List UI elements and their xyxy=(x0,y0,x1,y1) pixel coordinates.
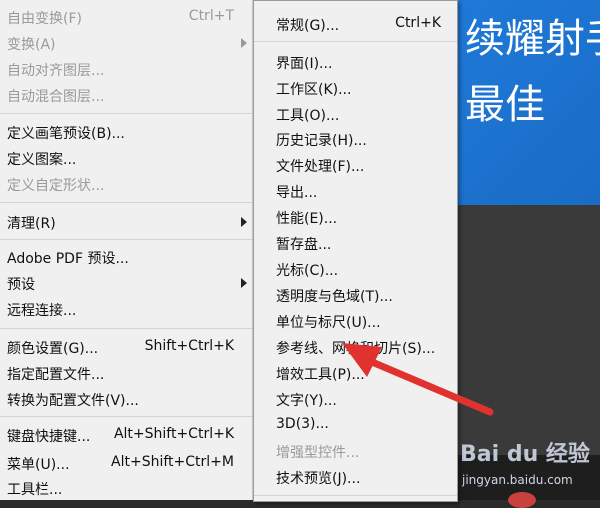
red-dot-decoration xyxy=(508,492,536,508)
menu-item-adobe-pdf-presets[interactable]: Adobe PDF 预设... xyxy=(0,244,252,270)
menu-item-label: 技术预览(J)... xyxy=(276,471,361,487)
menu-separator xyxy=(0,202,252,203)
menu-item-label: 文件处理(F)... xyxy=(276,159,365,175)
menu-item-label: 远程连接... xyxy=(7,303,77,319)
preferences-submenu: 常规(G)... Ctrl+K 界面(I)... 工作区(K)... 工具(O)… xyxy=(253,0,458,502)
submenu-item-plugins[interactable]: 增效工具(P)... xyxy=(254,360,457,386)
menu-item-shortcut: Alt+Shift+Ctrl+M xyxy=(111,454,234,470)
menu-item-purge[interactable]: 清理(R) xyxy=(0,209,252,235)
submenu-item-guides-grid-slices[interactable]: 参考线、网格和切片(S)... xyxy=(254,334,457,360)
menu-item-transform[interactable]: 变换(A) xyxy=(0,30,252,56)
menu-item-presets[interactable]: 预设 xyxy=(0,270,252,296)
baidu-watermark-url: jingyan.baidu.com xyxy=(462,473,573,487)
menu-separator xyxy=(254,495,457,496)
submenu-arrow-icon xyxy=(241,38,247,48)
menu-item-label: 历史记录(H)... xyxy=(276,133,367,149)
menu-item-label: 变换(A) xyxy=(7,37,56,53)
submenu-item-enhanced-controls[interactable]: 增强型控件... xyxy=(254,438,457,464)
menu-item-define-brush-preset[interactable]: 定义画笔预设(B)... xyxy=(0,119,252,145)
menu-item-label: 文字(Y)... xyxy=(276,393,337,409)
menu-item-toolbar[interactable]: 工具栏... xyxy=(0,475,252,501)
menu-item-label: 界面(I)... xyxy=(276,56,333,72)
submenu-item-type[interactable]: 文字(Y)... xyxy=(254,386,457,412)
menu-item-label: 颜色设置(G)... xyxy=(7,341,99,357)
menu-item-define-custom-shape[interactable]: 定义自定形状... xyxy=(0,171,252,197)
menu-item-remote-connections[interactable]: 远程连接... xyxy=(0,296,252,322)
submenu-item-scratch-disks[interactable]: 暂存盘... xyxy=(254,230,457,256)
menu-item-label: 指定配置文件... xyxy=(7,367,105,383)
menu-item-shortcut: Alt+Shift+Ctrl+K xyxy=(113,426,234,442)
submenu-item-general[interactable]: 常规(G)... Ctrl+K xyxy=(254,11,457,37)
submenu-item-history-log[interactable]: 历史记录(H)... xyxy=(254,126,457,152)
menu-item-auto-align-layers[interactable]: 自动对齐图层... xyxy=(0,56,252,82)
menu-item-label: 3D(3)... xyxy=(276,416,329,432)
menu-item-label: 增强型控件... xyxy=(276,445,360,461)
submenu-item-performance[interactable]: 性能(E)... xyxy=(254,204,457,230)
submenu-item-interface[interactable]: 界面(I)... xyxy=(254,49,457,75)
menu-item-label: 性能(E)... xyxy=(276,211,338,227)
submenu-item-tools[interactable]: 工具(O)... xyxy=(254,101,457,127)
menu-item-label: 工作区(K)... xyxy=(276,82,352,98)
menu-item-label: 定义图案... xyxy=(7,152,77,168)
menu-item-label: 菜单(U)... xyxy=(7,457,70,473)
menu-item-label: 透明度与色域(T)... xyxy=(276,289,393,305)
menu-item-keyboard-shortcuts[interactable]: 键盘快捷键... Alt+Shift+Ctrl+K xyxy=(0,422,252,448)
menu-item-label: 工具栏... xyxy=(7,482,63,498)
submenu-item-workspace[interactable]: 工作区(K)... xyxy=(254,75,457,101)
menu-item-label: Adobe PDF 预设... xyxy=(7,251,129,267)
menu-separator xyxy=(0,328,252,329)
menu-item-label: 导出... xyxy=(276,185,318,201)
submenu-item-cursors[interactable]: 光标(C)... xyxy=(254,256,457,282)
menu-item-label: 工具(O)... xyxy=(276,108,340,124)
submenu-item-export[interactable]: 导出... xyxy=(254,178,457,204)
baidu-watermark-logo: Bai du 经验 xyxy=(460,442,590,467)
menu-item-label: 常规(G)... xyxy=(276,18,340,34)
menu-separator xyxy=(0,239,252,240)
menu-item-label: 暂存盘... xyxy=(276,237,332,253)
menu-item-label: 单位与标尺(U)... xyxy=(276,315,381,331)
menu-item-shortcut: Ctrl+T xyxy=(188,8,234,24)
menu-item-define-pattern[interactable]: 定义图案... xyxy=(0,145,252,171)
menu-item-shortcut: Ctrl+K xyxy=(395,15,441,31)
menu-item-label: 参考线、网格和切片(S)... xyxy=(276,341,436,357)
menu-separator xyxy=(0,416,252,417)
menu-item-assign-profile[interactable]: 指定配置文件... xyxy=(0,360,252,386)
banner-text-line2: 最佳 xyxy=(465,82,545,128)
menu-item-label: 转换为配置文件(V)... xyxy=(7,393,139,409)
menu-item-label: 自动混合图层... xyxy=(7,89,105,105)
menu-item-label: 定义画笔预设(B)... xyxy=(7,126,125,142)
menu-item-label: 定义自定形状... xyxy=(7,178,105,194)
submenu-item-units-rulers[interactable]: 单位与标尺(U)... xyxy=(254,308,457,334)
edit-menu: 自由变换(F) Ctrl+T 变换(A) 自动对齐图层... 自动混合图层...… xyxy=(0,0,253,500)
menu-item-label: 自动对齐图层... xyxy=(7,63,105,79)
submenu-arrow-icon xyxy=(241,217,247,227)
submenu-item-3d[interactable]: 3D(3)... xyxy=(254,412,457,438)
banner-text-line1: 续耀射手 xyxy=(465,16,600,62)
menu-item-shortcut: Shift+Ctrl+K xyxy=(144,338,234,354)
menu-item-convert-to-profile[interactable]: 转换为配置文件(V)... xyxy=(0,386,252,412)
menu-item-auto-blend-layers[interactable]: 自动混合图层... xyxy=(0,82,252,108)
menu-item-label: 清理(R) xyxy=(7,216,56,232)
menu-separator xyxy=(254,41,457,42)
menu-separator xyxy=(0,113,252,114)
submenu-item-technology-previews[interactable]: 技术预览(J)... xyxy=(254,464,457,490)
menu-item-label: 键盘快捷键... xyxy=(7,429,91,445)
submenu-arrow-icon xyxy=(241,278,247,288)
menu-item-menus[interactable]: 菜单(U)... Alt+Shift+Ctrl+M xyxy=(0,450,252,476)
menu-item-label: 光标(C)... xyxy=(276,263,339,279)
submenu-item-transparency-gamut[interactable]: 透明度与色域(T)... xyxy=(254,282,457,308)
menu-item-free-transform[interactable]: 自由变换(F) Ctrl+T xyxy=(0,4,252,30)
menu-item-label: 预设 xyxy=(7,277,35,293)
submenu-item-file-handling[interactable]: 文件处理(F)... xyxy=(254,152,457,178)
menu-item-label: 自由变换(F) xyxy=(7,11,82,27)
menu-item-color-settings[interactable]: 颜色设置(G)... Shift+Ctrl+K xyxy=(0,334,252,360)
menu-item-label: 增效工具(P)... xyxy=(276,367,365,383)
canvas-banner-image: 续耀射手 最佳 xyxy=(455,0,600,205)
